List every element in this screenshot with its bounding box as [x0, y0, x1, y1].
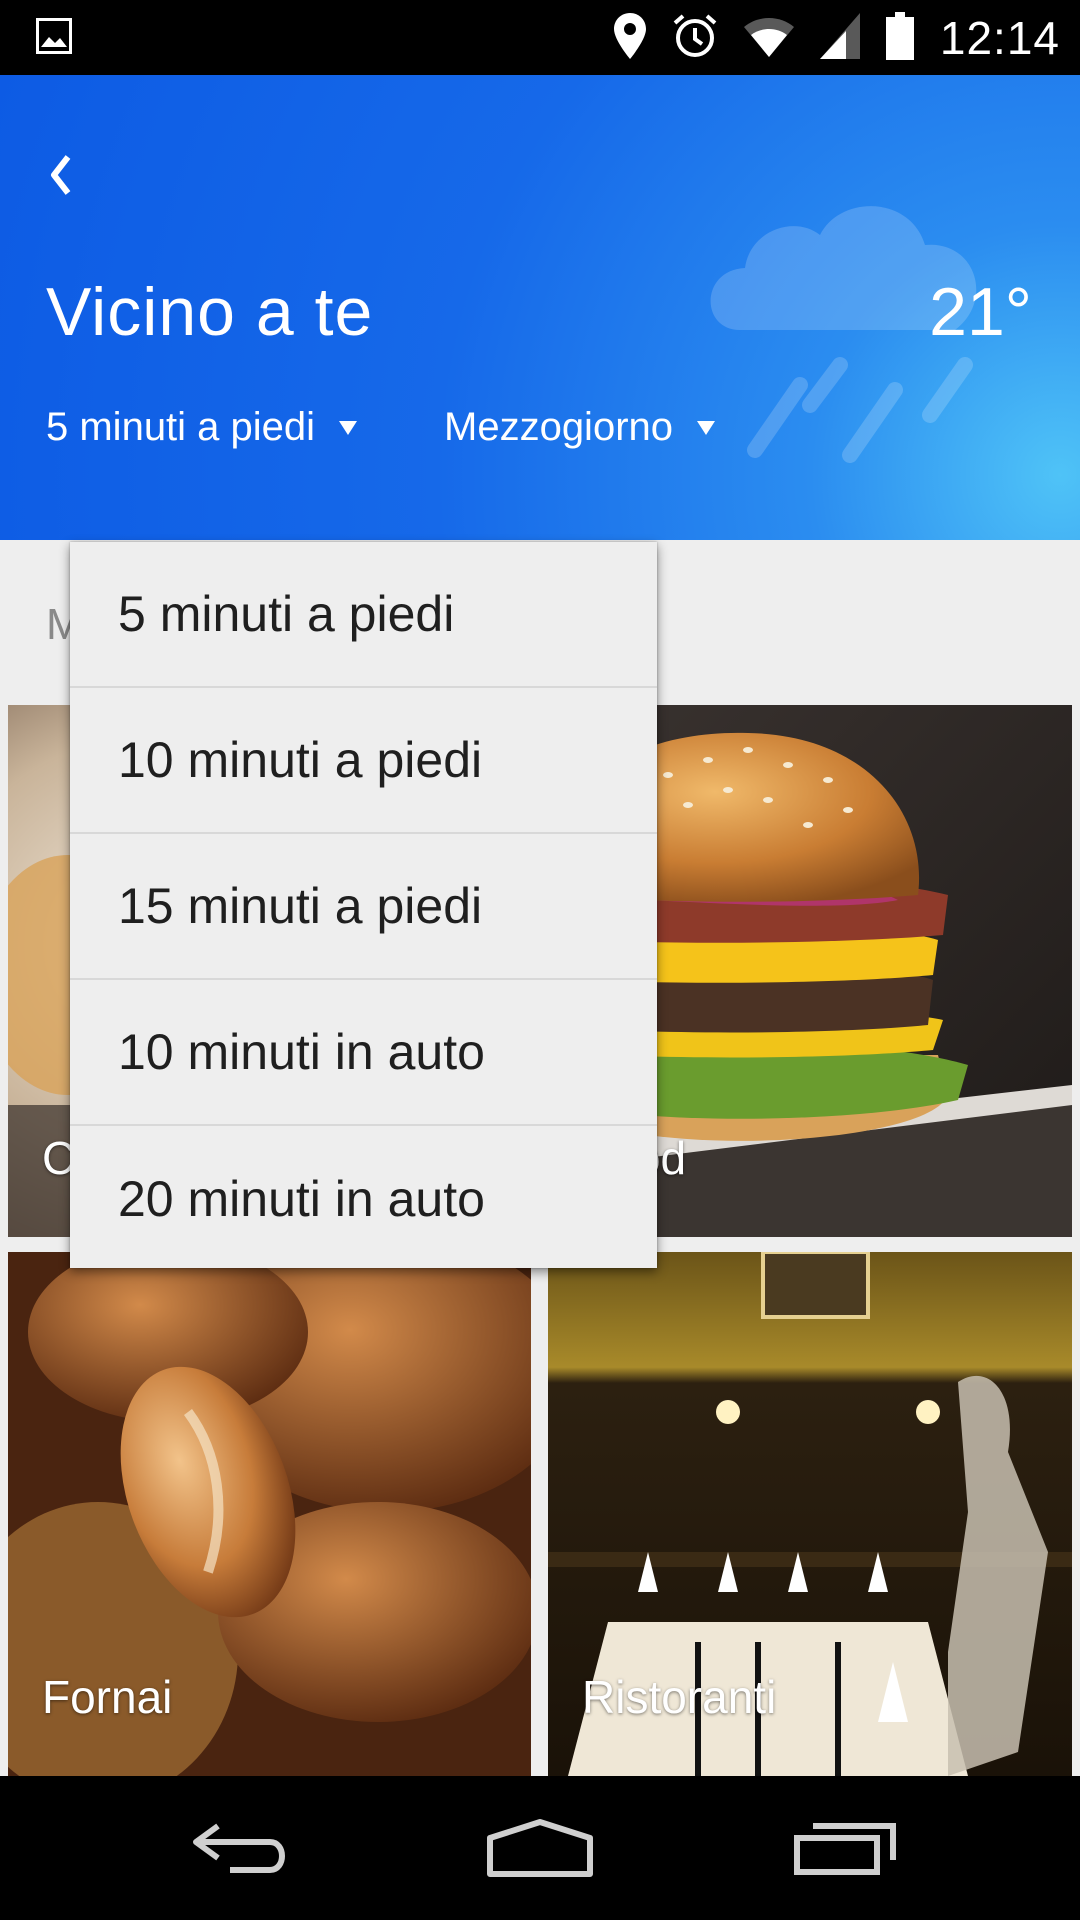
dropdown-option[interactable]: 10 minuti in auto	[70, 980, 657, 1126]
status-bar: 12:14	[0, 0, 1080, 75]
dropdown-caret-icon	[697, 420, 716, 435]
navigation-bar	[0, 1776, 1080, 1920]
status-time: 12:14	[939, 12, 1060, 64]
back-button[interactable]	[30, 135, 90, 215]
dropdown-option[interactable]: 10 minuti a piedi	[70, 688, 657, 834]
battery-icon	[885, 12, 914, 64]
image-notification-icon	[36, 18, 72, 58]
location-icon	[613, 13, 646, 63]
back-arrow-icon	[193, 1823, 285, 1873]
alarm-icon	[672, 13, 718, 63]
time-filter-dropdown[interactable]: Mezzogiorno	[444, 405, 716, 450]
category-tile[interactable]: Ristoranti	[548, 1252, 1072, 1776]
chevron-left-icon	[51, 155, 71, 195]
time-filter-label: Mezzogiorno	[444, 405, 674, 449]
dropdown-option[interactable]: 15 minuti a piedi	[70, 834, 657, 980]
category-tile[interactable]: Fornai	[8, 1252, 531, 1776]
nav-back-button[interactable]	[175, 1808, 305, 1888]
recent-apps-icon	[794, 1823, 896, 1875]
distance-filter-dropdown[interactable]: 5 minuti a piedi	[46, 405, 358, 450]
tile-label: Fornai	[42, 1671, 173, 1723]
cell-signal-icon	[819, 13, 860, 63]
nav-home-button[interactable]	[475, 1808, 605, 1888]
temperature-value: 21°	[929, 274, 1032, 350]
header: Vicino a te 21° 5 minuti a piedi Mezzogi…	[0, 75, 1080, 540]
home-icon	[487, 1819, 593, 1877]
tile-label: Ristoranti	[582, 1671, 777, 1723]
wifi-icon	[743, 15, 794, 61]
nav-recents-button[interactable]	[780, 1808, 910, 1888]
dropdown-caret-icon	[339, 420, 358, 435]
page-title: Vicino a te	[46, 274, 374, 350]
dropdown-option[interactable]: 5 minuti a piedi	[70, 542, 657, 688]
distance-filter-label: 5 minuti a piedi	[46, 405, 316, 449]
dropdown-option[interactable]: 20 minuti in auto	[70, 1126, 657, 1272]
distance-dropdown-menu: 5 minuti a piedi 10 minuti a piedi 15 mi…	[70, 542, 657, 1268]
